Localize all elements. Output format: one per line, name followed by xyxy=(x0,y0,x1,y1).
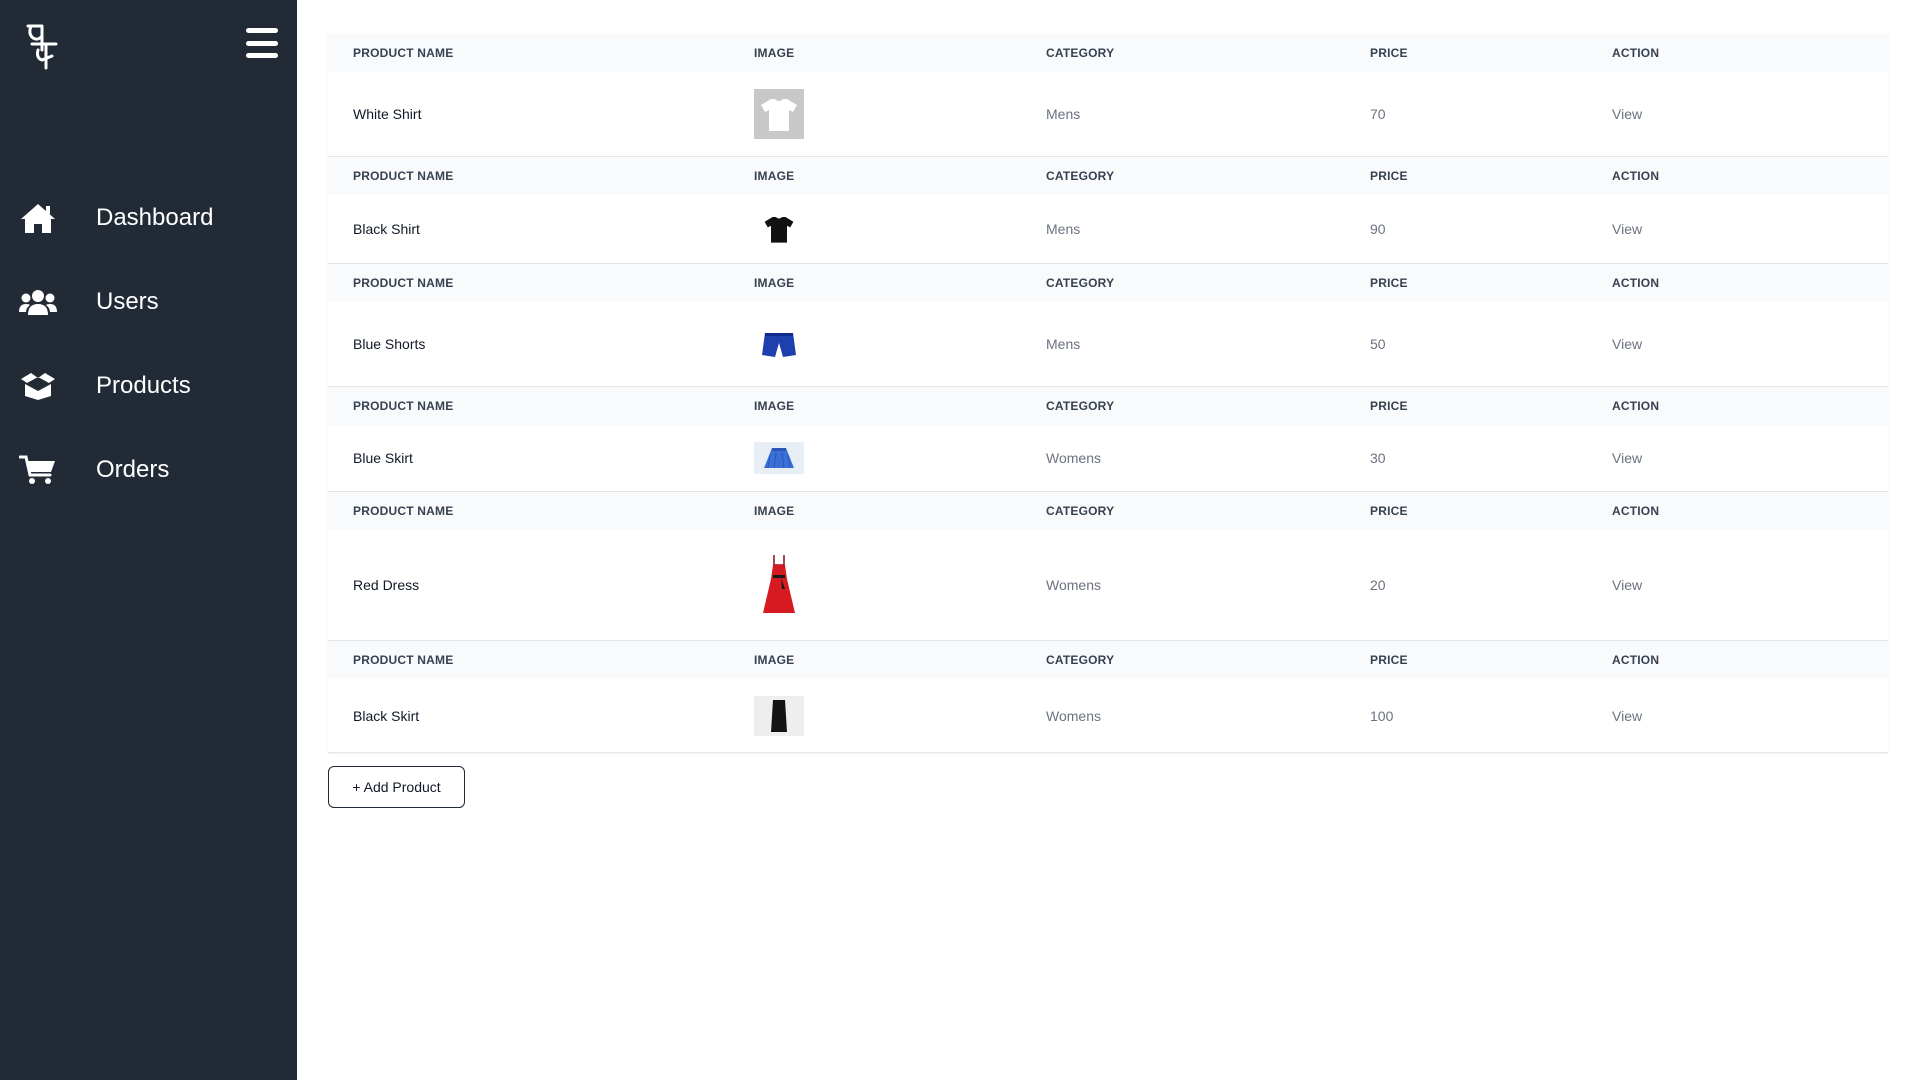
product-price: 30 xyxy=(1370,450,1386,466)
header-image: IMAGE xyxy=(754,276,795,290)
table-row: Red Dress Womens 20 View xyxy=(328,530,1888,640)
header-product-name: PRODUCT NAME xyxy=(353,504,454,518)
black-shirt-image xyxy=(754,204,804,254)
white-shirt-image xyxy=(754,89,804,139)
product-price: 70 xyxy=(1370,106,1386,122)
product-price: 90 xyxy=(1370,221,1386,237)
header-product-name: PRODUCT NAME xyxy=(353,276,454,290)
products-table: PRODUCT NAME IMAGE CATEGORY PRICE ACTION… xyxy=(328,34,1888,753)
table-header: PRODUCT NAME IMAGE CATEGORY PRICE ACTION xyxy=(328,264,1888,302)
header-action: ACTION xyxy=(1612,169,1660,183)
table-header: PRODUCT NAME IMAGE CATEGORY PRICE ACTION xyxy=(328,387,1888,425)
view-link[interactable]: View xyxy=(1612,336,1642,352)
sidebar-nav: Dashboard Users Products Orders xyxy=(0,176,297,512)
black-skirt-image xyxy=(754,695,804,736)
sidebar-item-label: Dashboard xyxy=(96,204,214,231)
product-block: PRODUCT NAME IMAGE CATEGORY PRICE ACTION… xyxy=(328,492,1888,641)
product-category: Mens xyxy=(1046,336,1081,352)
product-name: White Shirt xyxy=(353,106,422,122)
sidebar-item-label: Users xyxy=(96,288,159,315)
product-block: PRODUCT NAME IMAGE CATEGORY PRICE ACTION… xyxy=(328,641,1888,753)
product-block: PRODUCT NAME IMAGE CATEGORY PRICE ACTION… xyxy=(328,34,1888,157)
product-category: Mens xyxy=(1046,106,1081,122)
table-row: Black Shirt Mens 90 View xyxy=(328,195,1888,263)
product-name: Red Dress xyxy=(353,577,420,593)
product-price: 50 xyxy=(1370,336,1386,352)
cart-icon xyxy=(18,453,58,487)
product-category: Womens xyxy=(1046,577,1101,593)
header-action: ACTION xyxy=(1612,399,1660,413)
header-image: IMAGE xyxy=(754,653,795,667)
header-price: PRICE xyxy=(1370,46,1408,60)
view-link[interactable]: View xyxy=(1612,708,1642,724)
table-header: PRODUCT NAME IMAGE CATEGORY PRICE ACTION xyxy=(328,157,1888,195)
blue-shorts-image xyxy=(754,319,804,369)
product-name: Blue Skirt xyxy=(353,450,413,466)
view-link[interactable]: View xyxy=(1612,577,1642,593)
hamburger-menu-icon[interactable] xyxy=(244,26,280,60)
header-image: IMAGE xyxy=(754,46,795,60)
blue-skirt-image xyxy=(754,442,804,474)
header-product-name: PRODUCT NAME xyxy=(353,46,454,60)
red-dress-image xyxy=(754,549,804,621)
table-row: Blue Shorts Mens 50 View xyxy=(328,302,1888,386)
header-category: CATEGORY xyxy=(1046,399,1115,413)
header-category: CATEGORY xyxy=(1046,276,1115,290)
header-category: CATEGORY xyxy=(1046,504,1115,518)
sidebar: Dashboard Users Products Orders xyxy=(0,0,297,1080)
product-name: Black Shirt xyxy=(353,221,420,237)
add-product-button[interactable]: + Add Product xyxy=(328,766,465,808)
header-action: ACTION xyxy=(1612,653,1660,667)
product-block: PRODUCT NAME IMAGE CATEGORY PRICE ACTION… xyxy=(328,264,1888,387)
table-header: PRODUCT NAME IMAGE CATEGORY PRICE ACTION xyxy=(328,492,1888,530)
header-action: ACTION xyxy=(1612,46,1660,60)
product-category: Womens xyxy=(1046,450,1101,466)
sidebar-item-users[interactable]: Users xyxy=(0,260,297,344)
table-row: Black Skirt Womens 100 View xyxy=(328,679,1888,752)
product-category: Mens xyxy=(1046,221,1081,237)
table-row: Blue Skirt Womens 30 View xyxy=(328,425,1888,491)
header-product-name: PRODUCT NAME xyxy=(353,169,454,183)
header-product-name: PRODUCT NAME xyxy=(353,653,454,667)
header-image: IMAGE xyxy=(754,169,795,183)
header-category: CATEGORY xyxy=(1046,169,1115,183)
view-link[interactable]: View xyxy=(1612,221,1642,237)
table-row: White Shirt Mens 70 View xyxy=(328,72,1888,156)
product-name: Blue Shorts xyxy=(353,336,426,352)
product-price: 20 xyxy=(1370,577,1386,593)
header-action: ACTION xyxy=(1612,276,1660,290)
view-link[interactable]: View xyxy=(1612,450,1642,466)
view-link[interactable]: View xyxy=(1612,106,1642,122)
sidebar-item-orders[interactable]: Orders xyxy=(0,428,297,512)
header-price: PRICE xyxy=(1370,399,1408,413)
product-category: Womens xyxy=(1046,707,1101,724)
product-block: PRODUCT NAME IMAGE CATEGORY PRICE ACTION… xyxy=(328,387,1888,492)
sidebar-item-products[interactable]: Products xyxy=(0,344,297,428)
header-product-name: PRODUCT NAME xyxy=(353,399,454,413)
table-header: PRODUCT NAME IMAGE CATEGORY PRICE ACTION xyxy=(328,641,1888,679)
header-price: PRICE xyxy=(1370,276,1408,290)
product-block: PRODUCT NAME IMAGE CATEGORY PRICE ACTION… xyxy=(328,157,1888,264)
product-price: 100 xyxy=(1370,707,1394,724)
box-icon xyxy=(18,369,58,403)
sidebar-item-dashboard[interactable]: Dashboard xyxy=(0,176,297,260)
home-icon xyxy=(18,201,58,235)
header-price: PRICE xyxy=(1370,504,1408,518)
header-price: PRICE xyxy=(1370,169,1408,183)
header-image: IMAGE xyxy=(754,399,795,413)
sidebar-item-label: Orders xyxy=(96,456,170,483)
header-price: PRICE xyxy=(1370,653,1408,667)
product-name: Black Skirt xyxy=(353,707,420,724)
users-icon xyxy=(18,285,58,319)
table-header: PRODUCT NAME IMAGE CATEGORY PRICE ACTION xyxy=(328,34,1888,72)
header-category: CATEGORY xyxy=(1046,653,1115,667)
header-category: CATEGORY xyxy=(1046,46,1115,60)
header-action: ACTION xyxy=(1612,504,1660,518)
header-image: IMAGE xyxy=(754,504,795,518)
sidebar-item-label: Products xyxy=(96,372,191,399)
logo[interactable] xyxy=(22,20,62,72)
